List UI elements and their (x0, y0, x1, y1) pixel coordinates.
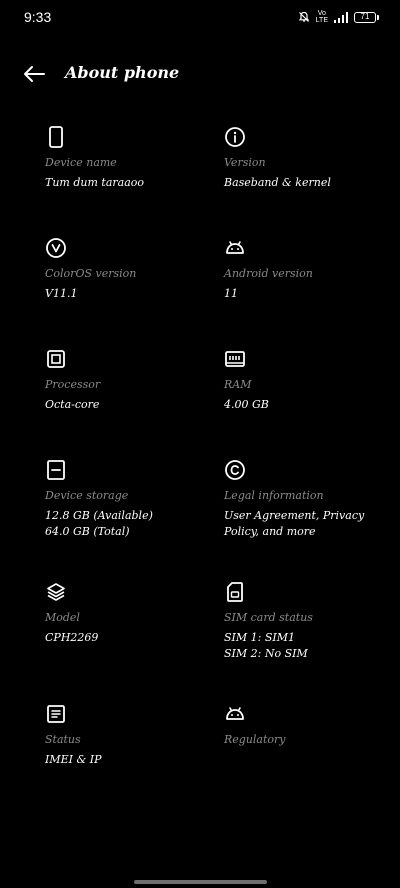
status-time: 9:33 (24, 9, 52, 25)
volte-icon: Vo LTE (316, 10, 328, 24)
android-icon (226, 707, 244, 720)
layers-icon (47, 583, 65, 601)
item-value: 11 (224, 287, 238, 300)
item-value: V11.1 (45, 287, 78, 300)
item-label: Android version (224, 267, 313, 280)
android-icon (226, 241, 244, 254)
item-label: SIM card status (224, 611, 313, 624)
ram-item[interactable]: RAM 4.00 GB (224, 348, 394, 413)
item-value: Baseband & kernel (224, 176, 331, 189)
chip-icon (47, 350, 65, 368)
volte-top: Vo (317, 10, 326, 17)
item-label: Device storage (45, 489, 129, 502)
mute-icon (298, 11, 310, 23)
regulatory-item[interactable]: Regulatory (224, 703, 394, 752)
model-item[interactable]: Model CPH2269 (45, 581, 215, 646)
item-label: Regulatory (224, 733, 286, 746)
item-label: Status (45, 733, 81, 746)
item-label: Device name (45, 156, 117, 169)
document-icon (47, 705, 65, 723)
status-bar: 9:33 Vo LTE 71 (0, 0, 400, 36)
copyright-icon (225, 460, 245, 480)
sim-card-icon (227, 582, 243, 602)
item-label: ColorOS version (45, 267, 137, 280)
item-value: IMEI & IP (45, 753, 102, 766)
item-label: RAM (224, 378, 252, 391)
device-storage-item[interactable]: Device storage 12.8 GB (Available) 64.0 … (45, 459, 215, 540)
android-version-item[interactable]: Android version 11 (224, 237, 394, 302)
back-button[interactable] (16, 60, 52, 88)
version-item[interactable]: Version Baseband & kernel (224, 126, 394, 191)
coloros-version-item[interactable]: ColorOS version V11.1 (45, 237, 215, 302)
page-title: About phone (65, 63, 180, 82)
phone-icon (49, 126, 63, 148)
ram-icon (225, 351, 245, 367)
status-item[interactable]: Status IMEI & IP (45, 703, 215, 768)
storage-icon (47, 460, 65, 480)
legal-information-item[interactable]: Legal information User Agreement, Privac… (224, 459, 394, 540)
item-label: Version (224, 156, 266, 169)
item-value: CPH2269 (45, 631, 99, 644)
item-value: 4.00 GB (224, 398, 269, 411)
item-value: SIM 1: SIM1 SIM 2: No SIM (224, 631, 308, 660)
status-icons: Vo LTE 71 (298, 10, 379, 24)
signal-icon (334, 11, 348, 23)
processor-item[interactable]: Processor Octa-core (45, 348, 215, 413)
sim-card-status-item[interactable]: SIM card status SIM 1: SIM1 SIM 2: No SI… (224, 581, 394, 662)
volte-bottom: LTE (315, 17, 328, 24)
info-icon (225, 127, 245, 147)
battery-icon: 71 (354, 11, 379, 23)
item-value: Tum dum taraaoo (45, 176, 144, 189)
item-value: 12.8 GB (Available) 64.0 GB (Total) (45, 509, 153, 538)
device-name-item[interactable]: Device name Tum dum taraaoo (45, 126, 215, 191)
back-arrow-icon (24, 66, 45, 82)
coloros-v-icon (46, 238, 66, 258)
item-label: Legal information (224, 489, 324, 502)
item-label: Processor (45, 378, 101, 391)
header: About phone (0, 56, 400, 92)
item-label: Model (45, 611, 80, 624)
item-value: User Agreement, Privacy Policy, and more (224, 509, 365, 538)
gesture-bar[interactable] (134, 880, 267, 884)
item-value: Octa-core (45, 398, 100, 411)
